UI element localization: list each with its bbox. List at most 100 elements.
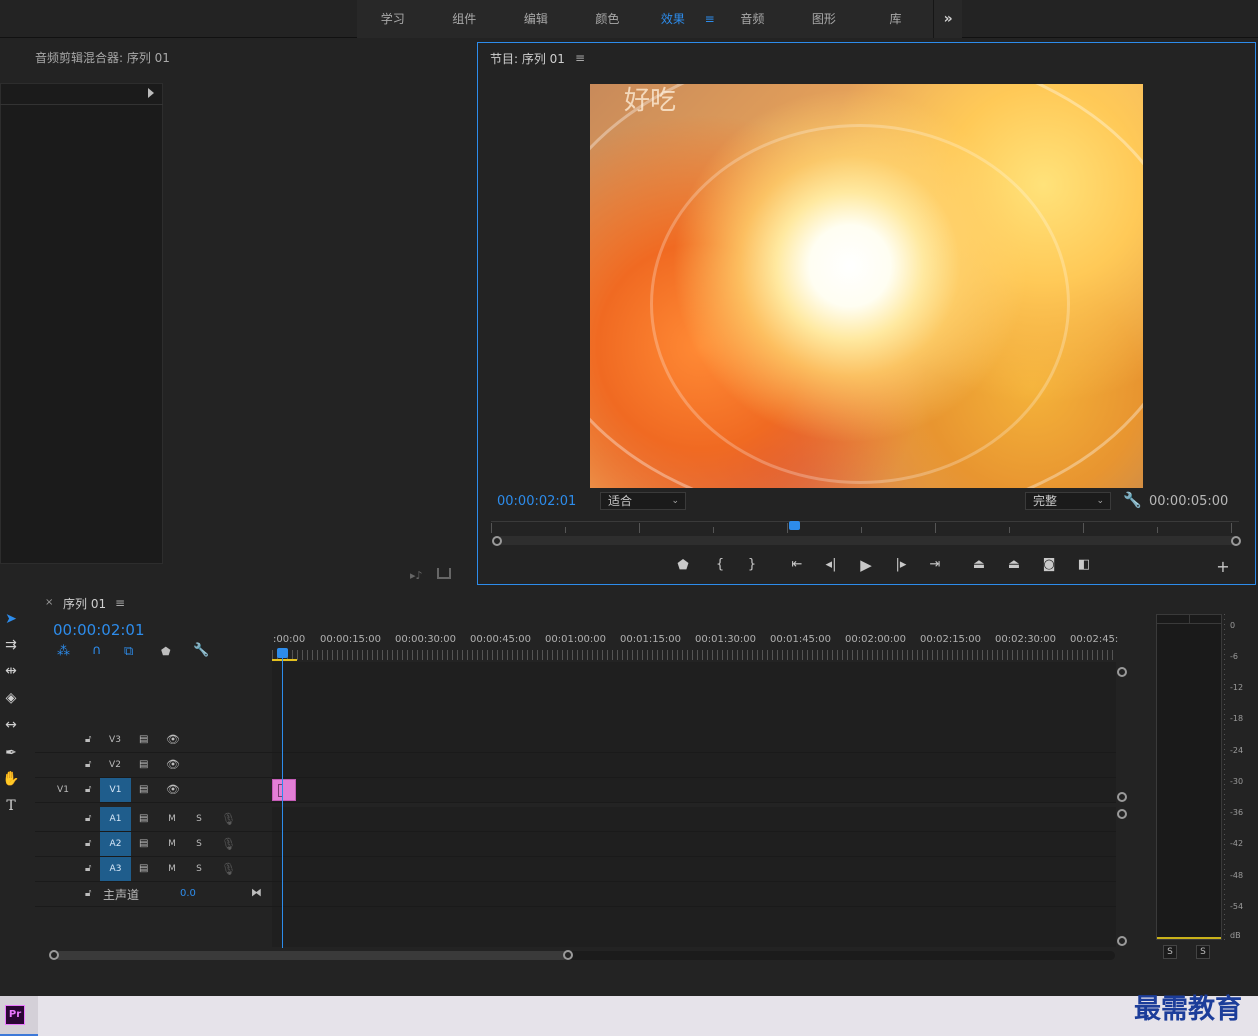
track-lane[interactable] (272, 807, 1116, 831)
program-playhead[interactable] (789, 521, 800, 530)
scroll-handle[interactable] (1117, 667, 1127, 677)
sync-lock-icon[interactable]: ▤ (139, 759, 148, 770)
expand-triangle-icon[interactable] (148, 88, 154, 98)
zoom-handle-right[interactable] (563, 950, 573, 960)
comparison-view-icon[interactable]: ◧ (1075, 557, 1093, 572)
extract-icon[interactable]: ⏏ (1005, 557, 1023, 572)
lock-icon[interactable]: 🔓︎ (85, 759, 91, 770)
scroll-handle-right[interactable] (1231, 536, 1241, 546)
hand-tool-icon[interactable]: ✋ (0, 768, 22, 790)
program-time-ruler[interactable] (491, 521, 1239, 535)
source-patch-label[interactable]: V1 (53, 785, 73, 795)
go-to-next-edit-icon[interactable]: ⧓ (251, 886, 262, 899)
tab-assembly[interactable]: 组件 (429, 0, 501, 38)
lock-icon[interactable]: 🔓︎ (85, 734, 91, 745)
master-volume-value[interactable]: 0.0 (180, 888, 196, 899)
track-lane[interactable] (272, 728, 1116, 752)
close-tab-icon[interactable]: × (45, 597, 53, 608)
mute-button[interactable]: M (166, 814, 178, 824)
mute-button[interactable]: M (166, 839, 178, 849)
workspace-menu-icon[interactable]: ≡ (703, 0, 717, 38)
selection-tool-icon[interactable]: ➤ (0, 608, 22, 630)
solo-button[interactable]: S (193, 814, 205, 824)
solo-left-button[interactable]: S (1163, 945, 1177, 959)
button-editor-plus-icon[interactable]: + (1214, 557, 1232, 576)
linked-selection-icon[interactable]: ⧉ (124, 644, 133, 659)
sync-lock-icon[interactable]: ▤ (139, 784, 148, 795)
pen-tool-icon[interactable]: ✒ (0, 742, 22, 764)
work-area-bar[interactable] (272, 659, 297, 661)
lock-icon[interactable]: 🔓︎ (85, 888, 91, 899)
solo-button[interactable]: S (193, 839, 205, 849)
sequence-tab-title[interactable]: 序列 01 (63, 595, 106, 612)
tab-graphics[interactable]: 图形 (788, 0, 860, 38)
sync-lock-icon[interactable]: ▤ (139, 863, 148, 874)
scroll-handle[interactable] (1117, 936, 1127, 946)
snap-magnet-icon[interactable]: ∩ (92, 643, 102, 658)
tab-effects[interactable]: 效果 (643, 0, 703, 38)
scroll-handle-left[interactable] (492, 536, 502, 546)
lock-icon[interactable]: 🔓︎ (85, 813, 91, 824)
mute-button[interactable]: M (166, 864, 178, 874)
lock-icon[interactable]: 🔓︎ (85, 784, 91, 795)
go-to-out-icon[interactable]: ⇥ (926, 557, 944, 572)
go-to-in-icon[interactable]: ⇤ (788, 557, 806, 572)
zoom-select[interactable]: 适合 ⌄ (600, 492, 686, 510)
lock-icon[interactable]: 🔓︎ (85, 863, 91, 874)
eye-icon[interactable]: 👁︎ (166, 783, 180, 796)
tab-color[interactable]: 颜色 (572, 0, 644, 38)
solo-button[interactable]: S (193, 864, 205, 874)
slip-tool-icon[interactable]: ↔ (0, 714, 22, 736)
ripple-edit-tool-icon[interactable]: ⇹ (0, 660, 22, 682)
voiceover-mic-icon[interactable]: 🎙︎ (221, 812, 236, 826)
lift-icon[interactable]: ⏏ (970, 557, 988, 572)
export-frame-camera-icon[interactable]: ◙ (1040, 557, 1058, 572)
mark-in-icon[interactable]: { (711, 557, 729, 572)
track-lane[interactable] (272, 832, 1116, 856)
zoom-handle-left[interactable] (49, 950, 59, 960)
voiceover-mic-icon[interactable]: 🎙︎ (221, 862, 236, 876)
track-lane[interactable] (272, 857, 1116, 881)
video-clip[interactable] (272, 779, 296, 801)
sync-lock-icon[interactable]: ▤ (139, 813, 148, 824)
type-tool-icon[interactable]: T (0, 795, 22, 817)
timeline-timecode[interactable]: 00:00:02:01 (53, 621, 145, 639)
track-target-v1[interactable]: V1 (100, 778, 131, 802)
timeline-settings-wrench-icon[interactable]: 🔧 (193, 643, 209, 658)
track-lane[interactable] (272, 753, 1116, 777)
track-target-a1[interactable]: A1 (100, 807, 131, 831)
export-icon[interactable] (437, 568, 451, 579)
tab-editing[interactable]: 编辑 (500, 0, 572, 38)
mark-out-icon[interactable]: } (743, 557, 761, 572)
track-lane[interactable] (272, 778, 1116, 802)
panel-menu-icon[interactable]: ≡ (575, 51, 585, 65)
wrench-icon[interactable]: 🔧 (1123, 491, 1142, 509)
program-zoom-scrollbar[interactable] (497, 536, 1237, 545)
playhead-timecode[interactable]: 00:00:02:01 (497, 494, 576, 509)
step-back-icon[interactable]: ◂| (822, 557, 840, 572)
play-icon[interactable]: ▶ (857, 556, 875, 574)
lock-icon[interactable]: 🔓︎ (85, 838, 91, 849)
vertical-scrollbar[interactable] (1118, 668, 1126, 946)
premiere-pro-app-icon[interactable]: Pr (5, 1005, 25, 1025)
scroll-handle[interactable] (1117, 809, 1127, 819)
resolution-select[interactable]: 完整 ⌄ (1025, 492, 1111, 510)
sync-lock-icon[interactable]: ▤ (139, 838, 148, 849)
nest-sequence-icon[interactable]: ⁂ (57, 644, 70, 659)
eye-icon[interactable]: 👁︎ (166, 758, 180, 771)
voiceover-mic-icon[interactable]: 🎙︎ (221, 837, 236, 851)
tab-learn[interactable]: 学习 (357, 0, 429, 38)
step-forward-icon[interactable]: |▸ (892, 557, 910, 572)
meter-input-icon[interactable]: ▸♪ (410, 569, 423, 582)
zoom-scrollbar-thumb[interactable] (55, 951, 568, 960)
panel-menu-icon[interactable]: ≡ (115, 596, 125, 610)
add-marker-icon[interactable]: ⬟ (674, 558, 692, 573)
timeline-playhead-handle[interactable] (277, 648, 288, 658)
track-target-a2[interactable]: A2 (100, 832, 131, 856)
solo-right-button[interactable]: S (1196, 945, 1210, 959)
tab-audio[interactable]: 音频 (717, 0, 789, 38)
sync-lock-icon[interactable]: ▤ (139, 734, 148, 745)
razor-tool-icon[interactable]: ◈ (0, 687, 22, 709)
add-marker-icon[interactable]: ⬟ (161, 645, 171, 658)
tab-libraries[interactable]: 库 (860, 0, 932, 38)
